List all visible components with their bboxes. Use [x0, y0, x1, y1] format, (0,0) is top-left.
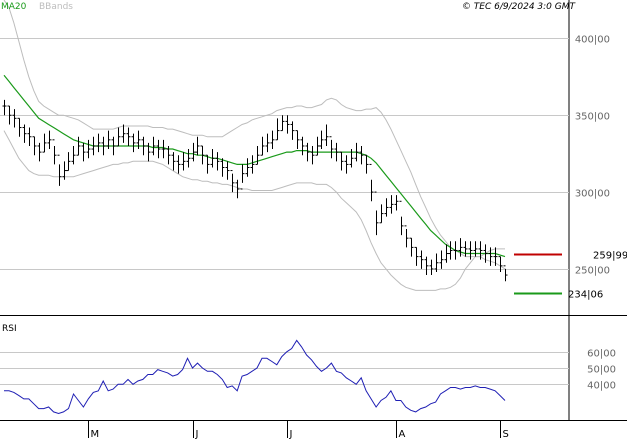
- chart-background: [0, 0, 627, 440]
- time-tick-label: J: [195, 429, 199, 440]
- legend-ma-label: MA20: [1, 2, 27, 12]
- time-tick-label: A: [399, 429, 406, 440]
- rsi-axis-ticks: 40|00 50|00 60|00: [587, 349, 616, 392]
- price-tick-label: 400|00: [575, 35, 610, 46]
- time-tick-label: S: [503, 429, 509, 440]
- rsi-panel-title: RSI: [2, 324, 17, 334]
- rsi-tick-label: 60|00: [587, 349, 616, 360]
- price-tick-label: 300|00: [575, 189, 610, 200]
- copyright-label: © TEC 6/9/2024 3:0 GMT: [462, 2, 577, 12]
- chart-canvas: 250|00 300|00 350|00 400|00 259|99 234|06 40…: [0, 0, 627, 440]
- time-tick-label: M: [91, 429, 100, 440]
- stock-chart: 250|00 300|00 350|00 400|00 259|99 234|06 40…: [0, 0, 627, 440]
- rsi-tick-label: 50|00: [587, 365, 616, 376]
- rsi-tick-label: 40|00: [587, 381, 616, 392]
- resistance-level-label: 259|99: [593, 251, 627, 262]
- price-tick-label: 350|00: [575, 112, 610, 123]
- time-tick-label: J: [289, 429, 293, 440]
- price-tick-label: 250|00: [575, 266, 610, 277]
- legend-bbands-label: BBands: [39, 2, 73, 12]
- support-level-label: 234|06: [568, 290, 603, 301]
